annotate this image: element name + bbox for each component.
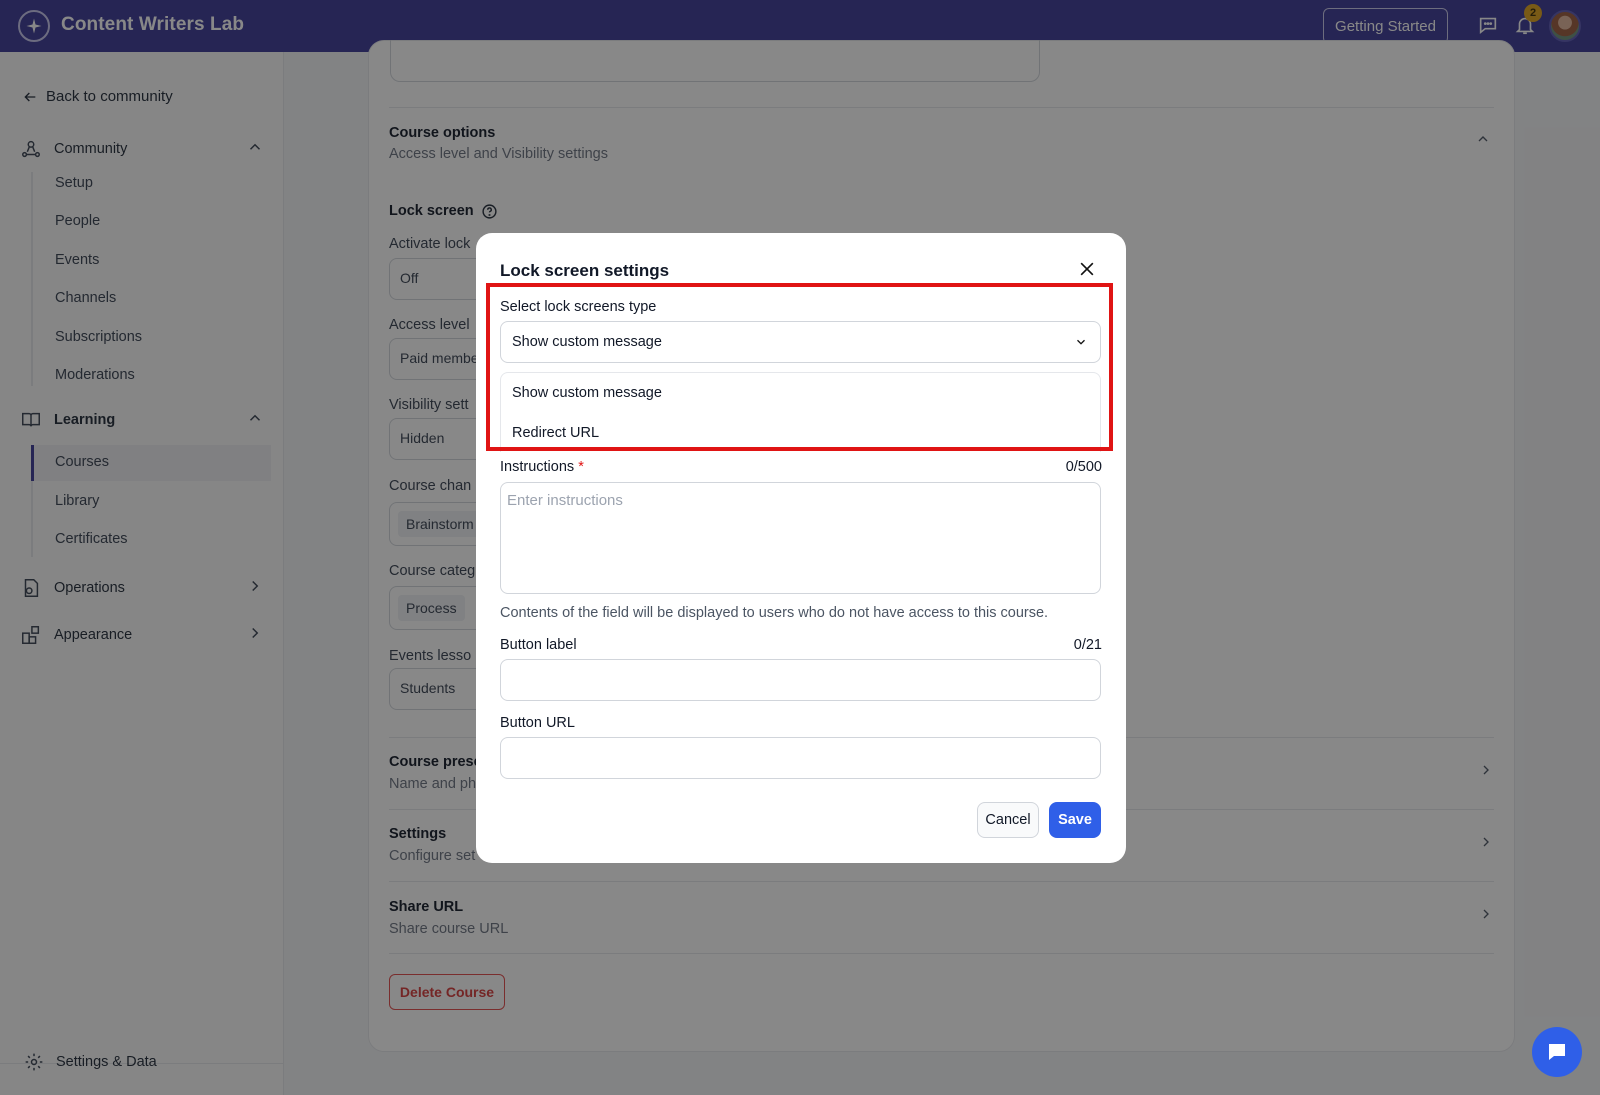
instructions-hint: Contents of the field will be displayed … bbox=[500, 605, 1049, 621]
instructions-textarea[interactable]: Enter instructions bbox=[500, 482, 1101, 594]
instructions-placeholder: Enter instructions bbox=[507, 492, 623, 509]
button-url-input[interactable] bbox=[500, 737, 1101, 779]
cancel-button[interactable]: Cancel bbox=[977, 802, 1039, 838]
button-url-label: Button URL bbox=[500, 715, 575, 731]
instructions-counter: 0/500 bbox=[1065, 459, 1102, 475]
highlight-box bbox=[486, 283, 1113, 451]
save-button[interactable]: Save bbox=[1049, 802, 1101, 838]
required-mark: * bbox=[578, 459, 584, 475]
chat-bubble-icon bbox=[1549, 1044, 1565, 1060]
instructions-label: Instructions * bbox=[500, 459, 584, 475]
button-label-input[interactable] bbox=[500, 659, 1101, 701]
chat-launcher-button[interactable] bbox=[1532, 1027, 1582, 1077]
modal-title: Lock screen settings bbox=[500, 261, 670, 280]
lock-screen-settings-modal: Lock screen settings Select lock screens… bbox=[476, 233, 1126, 863]
button-label-counter: 0/21 bbox=[1073, 637, 1102, 653]
close-icon[interactable] bbox=[1077, 259, 1097, 279]
button-label-label: Button label bbox=[500, 637, 577, 653]
